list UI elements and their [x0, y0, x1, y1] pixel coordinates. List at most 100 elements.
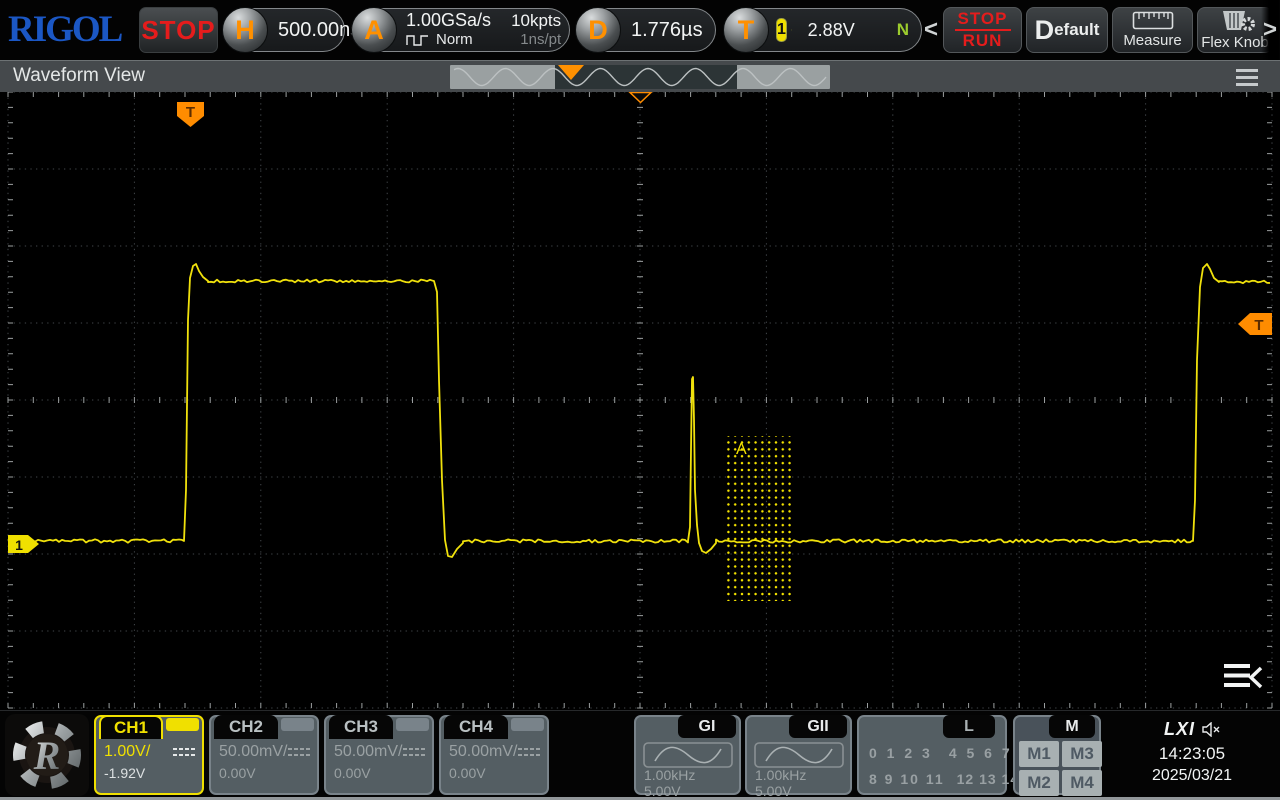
- ch1-tab[interactable]: CH1: [99, 715, 163, 739]
- channel-card-ch4[interactable]: CH4 50.00mV/ 0.00V: [439, 715, 549, 795]
- run-label: RUN: [963, 32, 1003, 50]
- record-overview-strip[interactable]: [450, 64, 830, 90]
- trigger-position-icon: [630, 93, 651, 103]
- system-date: 2025/03/21: [1107, 767, 1277, 785]
- default-label-initial: D: [1035, 15, 1055, 46]
- graticule-and-trace: T T 1: [0, 0, 1280, 710]
- ch2-color-bar: [281, 718, 314, 731]
- toolbar-scroll-right[interactable]: >: [1261, 0, 1279, 60]
- svg-text:T: T: [186, 104, 195, 121]
- ch3-offset: 0.00V: [334, 765, 371, 781]
- ch1-coupling-icon: [173, 747, 195, 757]
- logic-tab[interactable]: L: [943, 715, 995, 738]
- ch3-label: CH3: [344, 717, 378, 737]
- gii-tab[interactable]: GII: [789, 715, 847, 738]
- ch1-scale: 1.00V/: [104, 743, 150, 761]
- logic-card[interactable]: L 0 1 2 3 4 5 6 7 8 9 10 11 12 13 14 15: [857, 715, 1007, 795]
- system-time: 14:23:05: [1107, 744, 1277, 764]
- toolbar-scroll-left[interactable]: <: [922, 0, 940, 60]
- ch1-color-bar: [166, 718, 199, 731]
- clock-panel[interactable]: LXI 14:23:05 2025/03/21: [1107, 713, 1277, 797]
- channel-card-ch3[interactable]: CH3 50.00mV/ 0.00V: [324, 715, 434, 795]
- trigger-status: N: [897, 20, 909, 40]
- delay-control[interactable]: D 1.776µs: [576, 8, 716, 52]
- gi-sine-icon: [643, 742, 733, 768]
- ch1-position-marker: [8, 535, 39, 553]
- a-button[interactable]: A: [351, 7, 397, 53]
- math-card[interactable]: M M1 M3 M2 M4: [1013, 715, 1101, 795]
- t-button[interactable]: T: [723, 7, 769, 53]
- measure-label: Measure: [1123, 32, 1181, 49]
- sample-rate: 1.00GSa/s: [406, 11, 491, 30]
- view-menu-icon[interactable]: [1236, 69, 1258, 86]
- default-button[interactable]: Default: [1026, 7, 1108, 53]
- ch4-coupling-icon: [518, 747, 540, 757]
- channel-card-ch1[interactable]: CH1 1.00V/ -1.92V: [94, 715, 204, 795]
- acquisition-control[interactable]: A 1.00GSa/s Norm 10kpts 1ns/pt: [352, 8, 570, 52]
- trigger-edge-icon: [791, 14, 792, 46]
- acquire-mode-icon: [406, 32, 430, 47]
- gi-tab[interactable]: GI: [678, 715, 736, 738]
- delay-value: 1.776µs: [621, 19, 719, 42]
- math-m2-button[interactable]: M2: [1019, 770, 1059, 796]
- acquire-mode: Norm: [436, 30, 473, 49]
- ch4-offset: 0.00V: [449, 765, 486, 781]
- ch2-tab[interactable]: CH2: [214, 715, 278, 739]
- gear-icon: R: [10, 718, 84, 792]
- waveform-display[interactable]: A T T 1: [0, 0, 1280, 710]
- ch2-scale: 50.00mV/: [219, 743, 287, 761]
- memory-depth: 10kpts: [511, 11, 561, 30]
- gii-frequency: 1.00kHz: [755, 769, 806, 782]
- gi-amplitude: 5.00V: [644, 783, 681, 799]
- stop-label: STOP: [958, 10, 1008, 28]
- generator-card-gi[interactable]: GI 1.00kHz 5.00V: [634, 715, 741, 795]
- ch4-tab[interactable]: CH4: [444, 715, 508, 739]
- ch4-label: CH4: [459, 717, 493, 737]
- rigol-gear-logo[interactable]: R: [5, 714, 89, 796]
- menu-collapse-icon: [1224, 666, 1250, 685]
- ch2-label: CH2: [229, 717, 263, 737]
- ch2-offset: 0.00V: [219, 765, 256, 781]
- gii-amplitude: 5.00V: [755, 783, 792, 799]
- ch3-color-bar: [396, 718, 429, 731]
- speaker-muted-icon: [1202, 722, 1220, 737]
- ch3-coupling-icon: [403, 747, 425, 757]
- trigger-control[interactable]: T 1 2.88V N: [724, 8, 922, 52]
- measure-button[interactable]: Measure: [1112, 7, 1193, 53]
- logic-group-4-7: 4 5 6 7: [949, 745, 1013, 761]
- horizontal-timebase-control[interactable]: H 500.00ns/: [223, 8, 345, 52]
- bottom-status-bar: R CH1 1.00V/ -1.92V CH2 50.00mV/ 0.00V C…: [0, 710, 1280, 800]
- d-button[interactable]: D: [575, 7, 621, 53]
- math-tab[interactable]: M: [1049, 715, 1095, 738]
- math-m4-button[interactable]: M4: [1062, 770, 1102, 796]
- gi-frequency: 1.00kHz: [644, 769, 695, 782]
- ch4-scale: 50.00mV/: [449, 743, 517, 761]
- view-title: Waveform View: [13, 65, 145, 87]
- lxi-logo: LXI: [1164, 719, 1195, 740]
- math-m1-button[interactable]: M1: [1019, 741, 1059, 767]
- ruler-icon: [1132, 11, 1174, 30]
- h-button[interactable]: H: [222, 7, 268, 53]
- channel-card-ch2[interactable]: CH2 50.00mV/ 0.00V: [209, 715, 319, 795]
- trigger-level: 2.88V: [808, 20, 855, 41]
- svg-text:T: T: [1254, 317, 1263, 334]
- ch3-scale: 50.00mV/: [334, 743, 402, 761]
- sample-resolution: 1ns/pt: [511, 30, 561, 49]
- acquisition-state-badge: STOP: [139, 7, 218, 53]
- ch3-tab[interactable]: CH3: [329, 715, 393, 739]
- ch4-color-bar: [511, 718, 544, 731]
- ch1-offset: -1.92V: [104, 765, 145, 781]
- ch1-label: CH1: [114, 718, 148, 738]
- generator-card-gii[interactable]: GII 1.00kHz 5.00V: [745, 715, 852, 795]
- gii-sine-icon: [754, 742, 844, 768]
- svg-text:R: R: [33, 733, 61, 778]
- knob-icon: [1213, 10, 1257, 32]
- flex-knob-label: Flex Knob: [1201, 34, 1269, 51]
- svg-text:1: 1: [15, 537, 23, 553]
- waveform-view-titlebar: Waveform View: [0, 60, 1280, 92]
- logic-group-0-3: 0 1 2 3: [869, 745, 933, 761]
- math-m3-button[interactable]: M3: [1062, 741, 1102, 767]
- logic-group-8-11: 8 9 10 11: [869, 771, 945, 787]
- ch2-coupling-icon: [288, 747, 310, 757]
- stop-run-button[interactable]: STOP RUN: [943, 7, 1022, 53]
